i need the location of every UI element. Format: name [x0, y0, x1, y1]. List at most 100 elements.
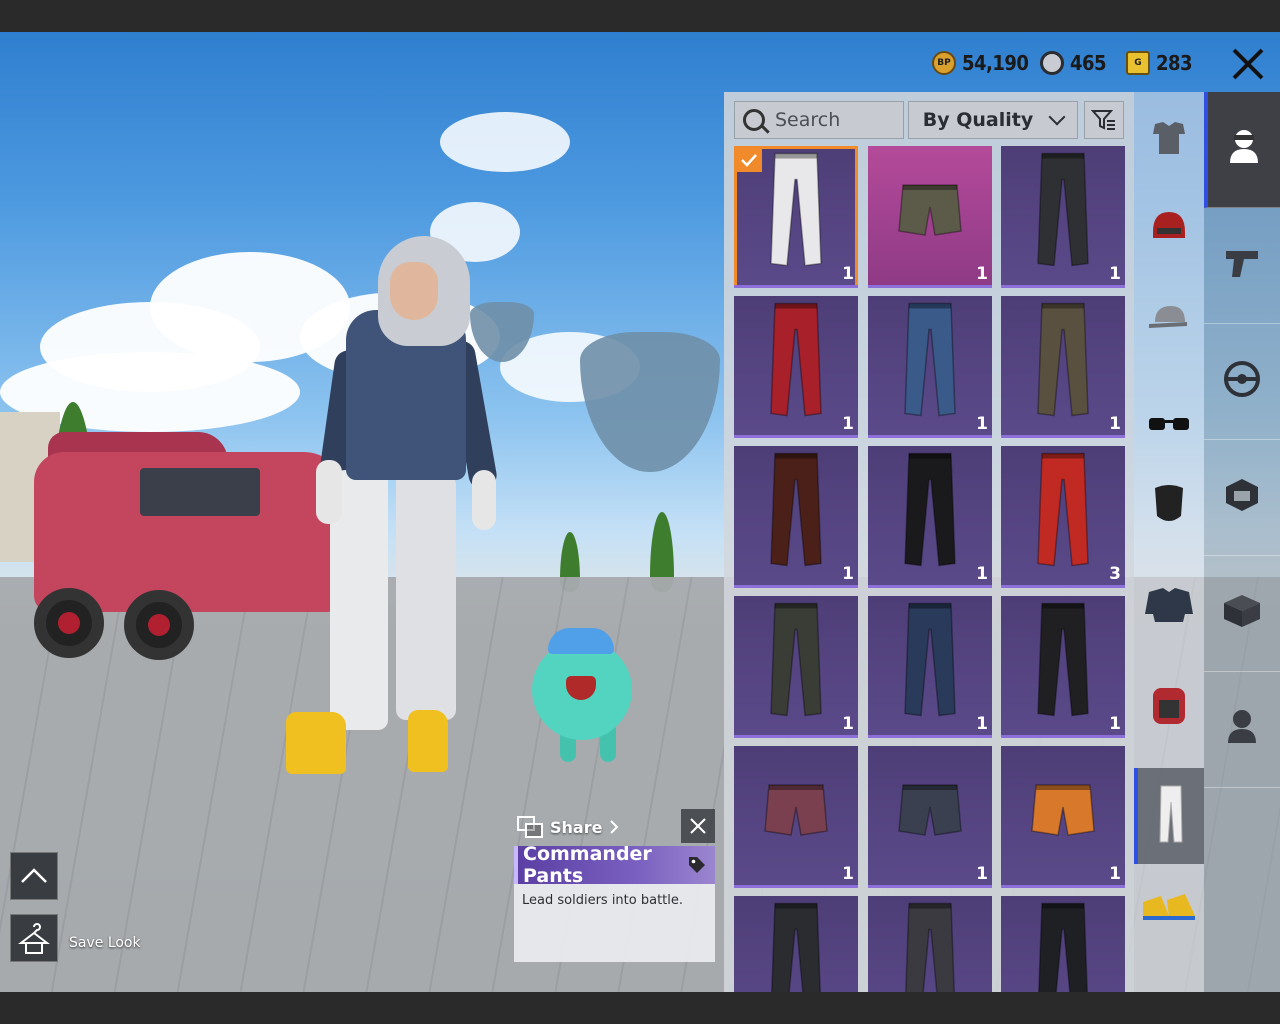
inventory-item[interactable]	[1001, 896, 1125, 992]
rarity-bar	[734, 735, 858, 738]
rarity-bar	[734, 285, 858, 288]
red-black-pants-icon	[761, 300, 831, 425]
inventory-item[interactable]: 1	[868, 446, 992, 588]
dark-blue-jeans-icon	[895, 600, 965, 725]
item-count: 1	[976, 264, 988, 284]
dark-camo-pants-icon	[761, 600, 831, 725]
currency-bp: BP 54,190	[932, 50, 1029, 76]
chevron-up-icon	[21, 868, 47, 883]
share-label: Share	[550, 817, 603, 837]
vehicle-wheel	[34, 588, 104, 658]
inventory-item[interactable]: 1	[1001, 596, 1125, 738]
bp-coin-icon: BP	[932, 51, 956, 75]
category-tab[interactable]	[1134, 386, 1204, 466]
section-tab[interactable]	[1204, 324, 1280, 440]
inventory-item[interactable]: 1	[734, 596, 858, 738]
search-icon	[743, 109, 765, 131]
jacket-icon	[1143, 584, 1195, 629]
category-tab[interactable]	[1134, 280, 1204, 360]
category-tab[interactable]	[1134, 566, 1204, 646]
gun-icon	[1222, 245, 1262, 286]
inventory-item[interactable]: 1	[1001, 146, 1125, 288]
inventory-item[interactable]: 1	[1001, 296, 1125, 438]
character-leg	[396, 470, 456, 720]
hanger-icon	[18, 923, 50, 954]
rarity-bar	[734, 585, 858, 588]
close-icon	[1232, 48, 1264, 80]
inventory-item[interactable]: 1	[1001, 746, 1125, 888]
silver-fragment-icon	[1040, 51, 1064, 75]
currency-value: 283	[1156, 51, 1193, 75]
item-tooltip-body: Lead soldiers into battle.	[514, 884, 715, 962]
companion-icon	[1222, 707, 1262, 752]
section-tab[interactable]	[1204, 556, 1280, 672]
inventory-item[interactable]: 1	[734, 146, 858, 288]
section-tab[interactable]	[1204, 92, 1280, 208]
black-ripped-jeans-icon	[1028, 150, 1098, 275]
currency-g: G 283	[1126, 50, 1193, 76]
section-tab[interactable]	[1204, 672, 1280, 788]
cloud	[440, 112, 570, 172]
inventory-item[interactable]	[868, 896, 992, 992]
category-tab[interactable]	[1134, 768, 1204, 864]
floating-island	[580, 332, 720, 472]
rarity-bar	[1001, 735, 1125, 738]
vehicle-window	[140, 468, 260, 516]
expand-button[interactable]	[10, 852, 58, 900]
brown-leather-pants-icon	[761, 450, 831, 575]
search-placeholder: Search	[775, 109, 841, 131]
close-button[interactable]	[1224, 40, 1272, 88]
hat-icon	[1147, 298, 1191, 343]
section-tab[interactable]	[1204, 440, 1280, 556]
tag-icon[interactable]	[687, 855, 707, 875]
inventory-item[interactable]: 3	[1001, 446, 1125, 588]
backpack-icon	[1147, 680, 1191, 733]
mask-icon	[1151, 482, 1187, 531]
tooltip-close-button[interactable]	[681, 809, 715, 843]
inventory-item[interactable]: 1	[734, 446, 858, 588]
sort-dropdown[interactable]: By Quality	[908, 101, 1078, 139]
inventory-item[interactable]: 1	[868, 146, 992, 288]
black-pants-icon	[1028, 600, 1098, 725]
share-button[interactable]: Share	[516, 812, 620, 842]
emblem-icon	[1222, 475, 1262, 520]
shoes-icon	[1139, 882, 1199, 935]
section-tab[interactable]	[1204, 208, 1280, 324]
item-count: 1	[976, 864, 988, 884]
item-count: 1	[842, 564, 854, 584]
item-count: 3	[1109, 564, 1121, 584]
category-tab[interactable]	[1134, 100, 1204, 180]
vehicle-wheel	[124, 590, 194, 660]
inventory-item[interactable]: 1	[868, 296, 992, 438]
character-shoe	[408, 710, 448, 772]
inventory-item[interactable]: 1	[868, 746, 992, 888]
red-pants-icon	[1028, 450, 1098, 575]
category-tab[interactable]	[1134, 466, 1204, 546]
tactical-pants-icon	[761, 900, 831, 992]
inventory-item[interactable]	[734, 896, 858, 992]
filter-button[interactable]	[1084, 101, 1124, 139]
item-count: 1	[842, 714, 854, 734]
pet-cap	[548, 628, 614, 654]
category-tab[interactable]	[1134, 190, 1204, 270]
save-look-button[interactable]	[10, 914, 58, 962]
item-count: 1	[1109, 414, 1121, 434]
rarity-bar	[868, 585, 992, 588]
inventory-item[interactable]: 1	[868, 596, 992, 738]
top-letterbox	[0, 0, 1280, 32]
character-hand	[472, 470, 496, 530]
g-coin-icon: G	[1126, 51, 1150, 75]
item-count: 1	[842, 414, 854, 434]
search-input[interactable]: Search	[734, 101, 904, 139]
item-count: 1	[976, 414, 988, 434]
category-tab[interactable]	[1134, 666, 1204, 746]
chevron-right-icon	[610, 820, 619, 834]
currency-value: 54,190	[962, 51, 1029, 75]
brown-cargo-pants-icon	[1028, 300, 1098, 425]
helmet-icon	[1147, 206, 1191, 255]
item-count: 1	[976, 564, 988, 584]
inventory-item[interactable]: 1	[734, 746, 858, 888]
category-tab[interactable]	[1134, 868, 1204, 948]
inventory-item[interactable]: 1	[734, 296, 858, 438]
share-icon	[517, 816, 543, 838]
